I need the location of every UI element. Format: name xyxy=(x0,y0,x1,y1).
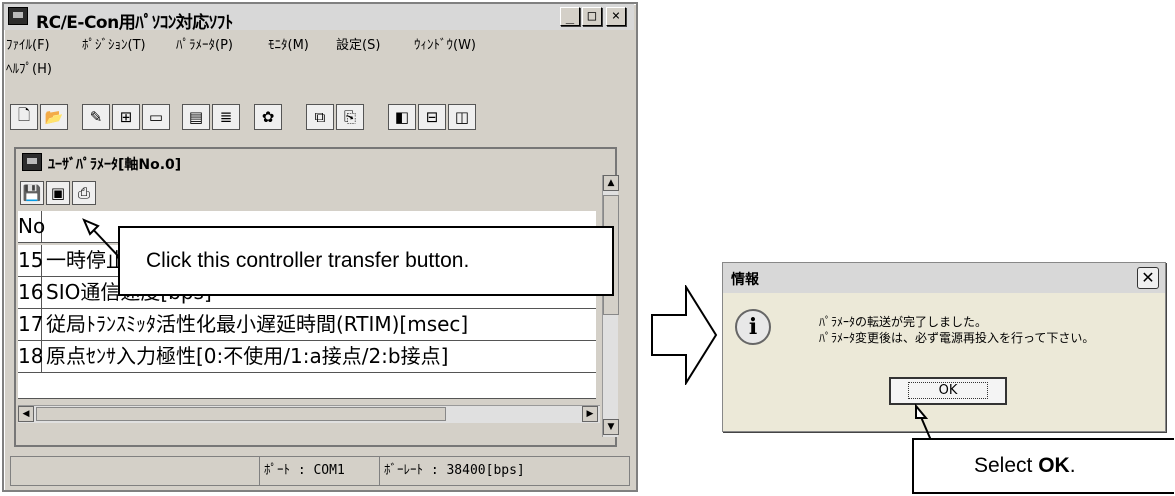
position-edit-icon[interactable]: ⊞ xyxy=(112,104,140,130)
new-file-icon[interactable]: 🗋 xyxy=(10,104,38,130)
print-icon[interactable]: ⎙ xyxy=(72,181,96,205)
row-no: 16 xyxy=(18,277,43,308)
menu-help[interactable]: ﾍﾙﾌﾟ(H) xyxy=(6,58,52,77)
dialog-message-line1: ﾊﾟﾗﾒｰﾀの転送が完了しました。 xyxy=(819,315,988,329)
row-no: 15 xyxy=(18,245,43,276)
cascade-icon[interactable]: ◧ xyxy=(388,104,416,130)
paste-icon[interactable]: ⎘ xyxy=(336,104,364,130)
menu-settings[interactable]: 設定(S) xyxy=(336,34,380,53)
menu-parameter[interactable]: ﾊﾟﾗﾒｰﾀ(P) xyxy=(176,34,233,53)
app-icon xyxy=(8,7,28,25)
vertical-scrollbar[interactable]: ▲ ▼ xyxy=(602,175,619,437)
horizontal-scroll-thumb[interactable] xyxy=(36,407,446,421)
app-title: RC/E-Con用ﾊﾟｿｺﾝ対応ｿﾌﾄ xyxy=(36,13,233,33)
dialog-title: 情報 xyxy=(731,272,759,288)
close-button[interactable]: × xyxy=(606,7,626,26)
parameter-window-icon xyxy=(22,153,42,171)
open-folder-icon[interactable]: 📂 xyxy=(40,104,68,130)
scroll-right-icon[interactable]: ▶ xyxy=(582,406,598,422)
menu-monitor[interactable]: ﾓﾆﾀ(M) xyxy=(268,34,309,53)
table-row[interactable]: 18 原点ｾﾝｻ入力極性[0:不使用/1:a接点/2:b接点] xyxy=(18,341,596,373)
menu-bar: ﾌｧｲﾙ(F) ﾎﾟｼﾞｼｮﾝ(T) ﾊﾟﾗﾒｰﾀ(P) ﾓﾆﾀ(M) 設定(S… xyxy=(6,34,626,84)
callout-ok-bold: OK xyxy=(1038,454,1070,477)
row-label: 従局ﾄﾗﾝｽﾐｯﾀ活性化最小遅延時間(RTIM)[msec] xyxy=(46,312,469,336)
status-baud-rate: ﾎﾞｰﾚｰﾄ : 38400[bps] xyxy=(379,457,629,485)
tile-vertical-icon[interactable]: ◫ xyxy=(448,104,476,130)
scroll-down-icon[interactable]: ▼ xyxy=(603,419,619,435)
scroll-up-icon[interactable]: ▲ xyxy=(603,175,619,191)
row-no: 18 xyxy=(18,341,43,372)
callout-transfer-instruction: Click this controller transfer button. xyxy=(118,226,614,296)
table-icon[interactable]: ▤ xyxy=(182,104,210,130)
dialog-titlebar[interactable]: 情報 ✕ xyxy=(723,263,1165,293)
copy-icon[interactable]: ⧉ xyxy=(306,104,334,130)
main-toolbar: 🗋 📂 ✎ ⊞ ▭ ▤ ≣ ✿ ⧉ ⎘ ◧ ⊟ ◫ xyxy=(10,104,630,136)
menu-position[interactable]: ﾎﾟｼﾞｼｮﾝ(T) xyxy=(82,34,146,53)
ok-button-label: OK xyxy=(907,382,989,399)
maximize-button[interactable]: □ xyxy=(582,7,602,26)
scroll-left-icon[interactable]: ◀ xyxy=(18,406,34,422)
row-no: 17 xyxy=(18,309,43,340)
menu-window[interactable]: ｳｨﾝﾄﾞｳ(W) xyxy=(414,34,476,53)
info-icon: i xyxy=(735,309,771,345)
status-bar: ﾎﾟｰﾄ : COM1 ﾎﾞｰﾚｰﾄ : 38400[bps] xyxy=(10,456,630,486)
tile-horizontal-icon[interactable]: ⊟ xyxy=(418,104,446,130)
settings-icon[interactable]: ✿ xyxy=(254,104,282,130)
app-titlebar[interactable]: RC/E-Con用ﾊﾟｿｺﾝ対応ｿﾌﾄ _ □ × xyxy=(4,4,634,33)
ok-button[interactable]: OK xyxy=(889,377,1007,405)
dialog-close-icon[interactable]: ✕ xyxy=(1137,267,1159,289)
minimize-button[interactable]: _ xyxy=(560,7,580,26)
list-icon[interactable]: ≣ xyxy=(212,104,240,130)
parameter-window: ﾕｰｻﾞﾊﾟﾗﾒｰﾀ[軸No.0] 💾 ▣ ⎙ No 15一時停止入力無効選択 … xyxy=(14,147,619,447)
callout-ok-prefix: Select xyxy=(974,454,1039,477)
table-row[interactable]: 17 従局ﾄﾗﾝｽﾐｯﾀ活性化最小遅延時間(RTIM)[msec] xyxy=(18,309,596,341)
pencil-icon[interactable]: ✎ xyxy=(82,104,110,130)
callout-ok-suffix: . xyxy=(1069,454,1076,477)
right-arrow-icon xyxy=(651,285,718,385)
column-header-no: No xyxy=(18,211,45,242)
callout-ok-instruction: Select OK. xyxy=(912,438,1174,494)
horizontal-scrollbar[interactable]: ◀ ▶ xyxy=(18,405,600,423)
row-label: 原点ｾﾝｻ入力極性[0:不使用/1:a接点/2:b接点] xyxy=(46,344,449,368)
menu-file[interactable]: ﾌｧｲﾙ(F) xyxy=(6,34,50,53)
controller-transfer-button[interactable]: ▣ xyxy=(46,181,70,205)
dialog-message-line2: ﾊﾟﾗﾒｰﾀ変更後は、必ず電源再投入を行って下さい。 xyxy=(819,331,1095,345)
monitor-icon[interactable]: ▭ xyxy=(142,104,170,130)
status-port: ﾎﾟｰﾄ : COM1 xyxy=(259,457,377,485)
parameter-window-titlebar[interactable]: ﾕｰｻﾞﾊﾟﾗﾒｰﾀ[軸No.0] xyxy=(18,151,598,175)
parameter-window-title: ﾕｰｻﾞﾊﾟﾗﾒｰﾀ[軸No.0] xyxy=(48,157,182,173)
table-row[interactable] xyxy=(18,373,596,399)
save-icon[interactable]: 💾 xyxy=(20,181,44,205)
